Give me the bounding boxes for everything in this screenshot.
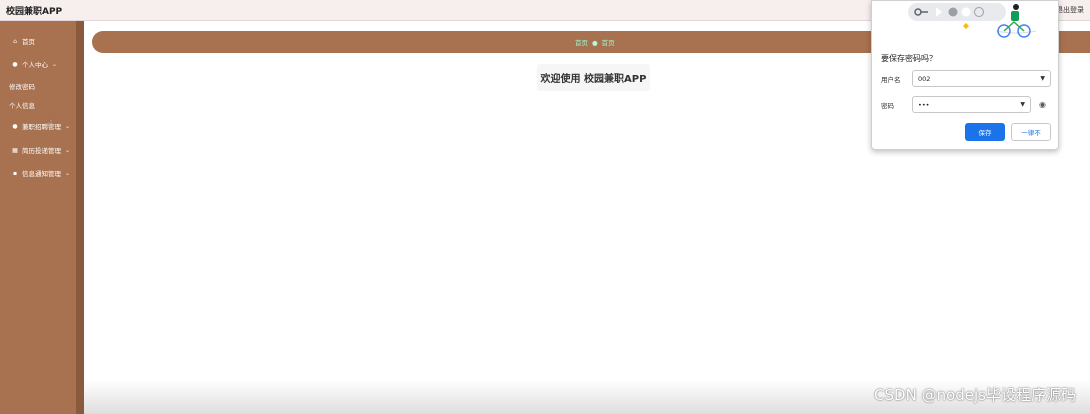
chevron-down-icon: ⌄	[65, 122, 71, 130]
sidebar-item-resume-management[interactable]: ▦ 简历投递管理 ⌄	[0, 143, 76, 157]
password-field[interactable]: ••• ▼	[912, 96, 1031, 113]
welcome-banner: 欢迎使用 校园兼职APP	[537, 64, 650, 91]
dropdown-arrow-icon: ▼	[1020, 101, 1025, 108]
username-label: 用户名	[881, 76, 901, 84]
password-value: •••	[918, 100, 930, 109]
document-icon: ▪	[12, 169, 18, 177]
save-password-popup: 要保存密码吗？ 用户名 002 ▼ 密码 ••• ▼ ◉ 保存 一律不	[871, 0, 1059, 150]
chevron-down-icon: ⌄	[65, 169, 71, 177]
breadcrumb-item-home[interactable]: 首页	[575, 39, 588, 47]
sidebar-item-job-management[interactable]: ● 兼职招聘管理 ⌄	[0, 119, 76, 133]
app-title: 校园兼职APP	[6, 7, 63, 17]
watermark: CSDN @nodejs毕设程序源码	[874, 386, 1076, 404]
hand-cursor-icon: ☝	[46, 118, 53, 131]
sidebar-item-home[interactable]: ⌂ 首页	[0, 34, 76, 48]
user-icon: ●	[12, 60, 18, 68]
username-field[interactable]: 002 ▼	[912, 70, 1051, 87]
sidebar-item-label: 信息通知管理	[22, 170, 61, 178]
sidebar-item-label: 简历投递管理	[22, 147, 61, 155]
sidebar-item-notice-management[interactable]: ▪ 信息通知管理 ⌄	[0, 166, 76, 180]
sidebar-edge	[76, 21, 84, 414]
submenu-item-change-password[interactable]: 修改密码	[9, 81, 35, 91]
submenu-item-personal-info[interactable]: 个人信息	[9, 100, 35, 110]
breadcrumb-separator-icon: ●	[592, 39, 598, 47]
password-label: 密码	[881, 102, 894, 110]
sidebar-item-personal-center[interactable]: ● 个人中心 ⌄	[0, 57, 76, 71]
breadcrumb: 首页 ● 首页	[575, 37, 615, 47]
chevron-down-icon: ⌄	[65, 146, 71, 154]
password-illustration	[908, 3, 1036, 38]
sidebar-item-label: 个人中心	[22, 61, 48, 69]
save-password-button[interactable]: 保存	[965, 123, 1005, 141]
popup-title: 要保存密码吗？	[881, 54, 937, 63]
chevron-down-icon: ⌄	[52, 60, 58, 68]
sidebar-item-label: 首页	[22, 38, 35, 46]
sidebar-item-label: 兼职招聘管理	[22, 123, 61, 131]
eye-icon[interactable]: ◉	[1039, 100, 1046, 109]
breadcrumb-item-current: 首页	[601, 39, 615, 47]
logout-link[interactable]: 退出登录	[1056, 5, 1084, 15]
username-value: 002	[918, 74, 931, 83]
grid-icon: ▦	[12, 146, 18, 154]
home-icon: ⌂	[13, 37, 17, 45]
never-save-button[interactable]: 一律不	[1011, 123, 1051, 141]
dropdown-arrow-icon: ▼	[1040, 75, 1045, 82]
sidebar	[0, 21, 76, 414]
user-icon: ●	[12, 122, 18, 130]
